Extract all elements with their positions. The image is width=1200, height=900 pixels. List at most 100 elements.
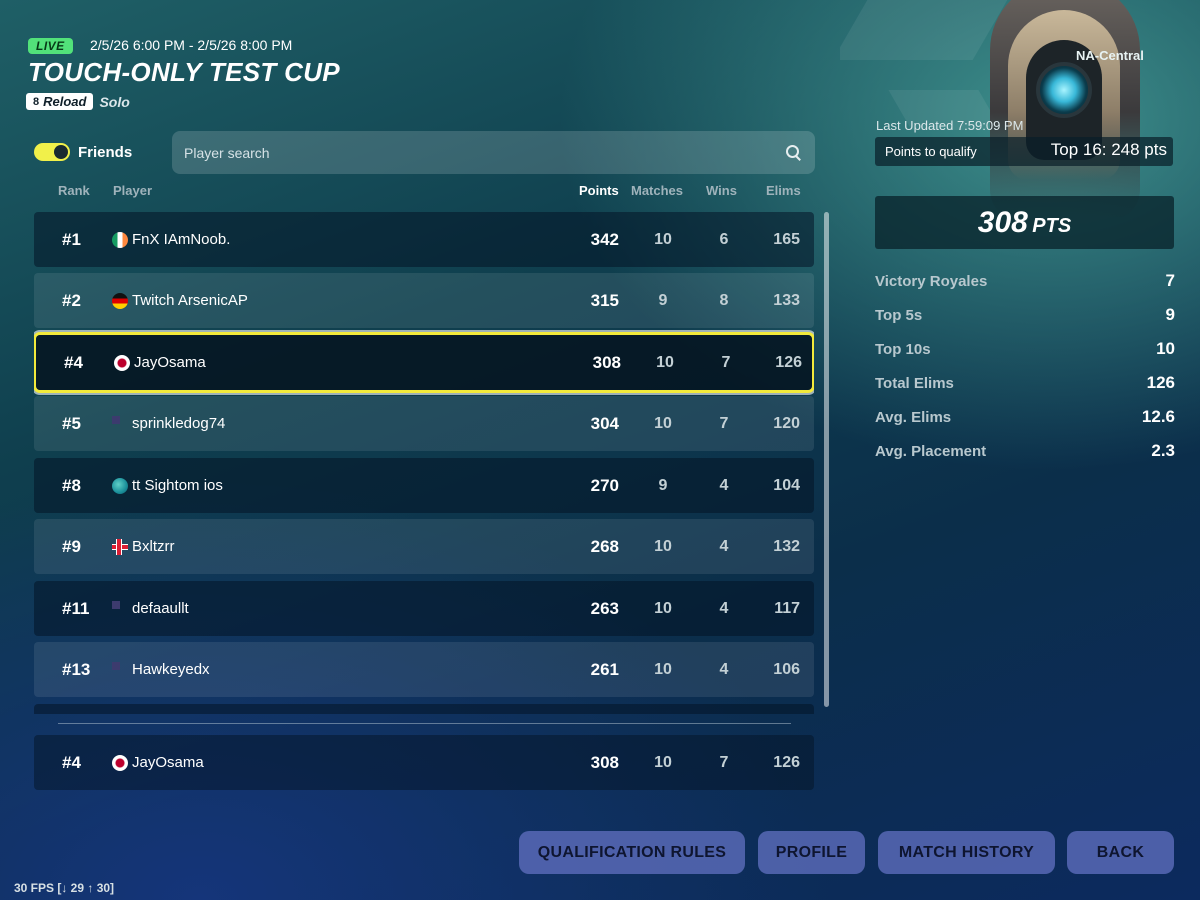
germany-flag-icon <box>112 293 128 309</box>
row-matches: 10 <box>654 415 672 432</box>
leaderboard-row[interactable]: #8 tt Sightom ios 270 9 4 104 <box>34 458 814 513</box>
leaderboard-row[interactable]: #5 sprinkledog74 304 10 7 120 <box>34 396 814 451</box>
leaderboard-list[interactable]: #1 FnX IAmNoob. 342 10 6 165 #2 Twitch A… <box>34 212 814 714</box>
stat-avg-placement: Avg. Placement 2.3 <box>875 440 1175 474</box>
row-wins: 7 <box>721 354 731 371</box>
character-eye-lens <box>1036 62 1092 118</box>
match-history-button[interactable]: MATCH HISTORY <box>878 831 1055 874</box>
friends-label: Friends <box>78 143 133 161</box>
row-player-name: sprinkledog74 <box>132 415 226 432</box>
row-matches: 9 <box>658 292 668 309</box>
row-matches: 10 <box>654 754 672 771</box>
event-date-range: 2/5/26 6:00 PM - 2/5/26 8:00 PM <box>90 37 293 53</box>
search-input[interactable] <box>184 144 785 161</box>
points-to-qualify-box: Points to qualify Top 16: 248 pts <box>875 137 1173 166</box>
stat-victory-royales: Victory Royales 7 <box>875 270 1175 304</box>
player-search-box[interactable] <box>172 131 815 174</box>
stat-value: 10 <box>1156 339 1175 358</box>
row-points: 308 <box>592 353 621 372</box>
column-header-rank: Rank <box>58 183 90 198</box>
row-points: 270 <box>590 476 619 495</box>
leaderboard-row[interactable]: #1 FnX IAmNoob. 342 10 6 165 <box>34 212 814 267</box>
search-icon[interactable] <box>785 144 803 162</box>
row-elims: 117 <box>774 600 800 617</box>
row-rank: #5 <box>62 414 81 433</box>
total-points-box: 308 PTS <box>875 196 1174 249</box>
leaderboard-scrollbar[interactable] <box>824 212 829 707</box>
region-label: NA-Central <box>1076 48 1144 63</box>
ireland-flag-icon <box>112 232 128 248</box>
japan-flag-icon <box>112 755 128 771</box>
row-points: 268 <box>590 537 619 556</box>
row-rank: #13 <box>62 660 91 679</box>
row-matches: 10 <box>654 538 672 555</box>
row-rank: #4 <box>62 753 81 772</box>
row-wins: 4 <box>719 477 729 494</box>
live-badge: LIVE <box>28 38 73 54</box>
page-title: TOUCH-ONLY TEST CUP <box>28 57 340 87</box>
row-matches: 10 <box>654 661 672 678</box>
leaderboard-row-current-player[interactable]: #4 JayOsama 308 10 7 126 <box>36 335 812 390</box>
row-wins: 7 <box>719 415 729 432</box>
row-player-name: Bxltzrr <box>132 538 175 555</box>
column-header-wins: Wins <box>706 183 737 198</box>
row-rank: #1 <box>62 230 81 249</box>
stat-label: Avg. Elims <box>875 409 952 426</box>
friends-toggle[interactable]: Friends <box>34 143 132 161</box>
row-player-name: FnX IAmNoob. <box>132 231 231 248</box>
stat-label: Total Elims <box>875 375 954 392</box>
column-header-matches: Matches <box>631 183 684 198</box>
row-player-name: JayOsama <box>132 754 204 771</box>
globe-icon <box>112 478 128 494</box>
row-elims: 104 <box>773 477 800 494</box>
row-matches: 10 <box>656 354 674 371</box>
qualification-rules-button[interactable]: QUALIFICATION RULES <box>519 831 745 874</box>
total-points-value: 308 <box>977 206 1028 239</box>
row-points: 304 <box>590 414 619 433</box>
row-elims: 133 <box>773 292 800 309</box>
reload-badge-label: Reload <box>43 94 87 109</box>
leaderboard-row[interactable]: #11 defaaullt 263 10 4 117 <box>34 581 814 636</box>
fps-counter: 30 FPS [↓ 29 ↑ 30] <box>14 881 115 895</box>
divider <box>58 723 791 724</box>
leaderboard-row[interactable]: #2 Twitch ArsenicAP 315 9 8 133 <box>34 273 814 328</box>
stat-label: Top 5s <box>875 307 923 324</box>
reload-badge: 8 Reload <box>26 93 94 110</box>
row-points: 315 <box>590 291 619 310</box>
mode-label: Solo <box>99 93 130 110</box>
profile-button[interactable]: PROFILE <box>758 831 865 874</box>
toggle-switch[interactable] <box>34 143 70 161</box>
mode-row: 8 Reload Solo <box>26 93 130 110</box>
row-rank: #4 <box>64 353 83 372</box>
background-shard <box>840 0 1008 60</box>
row-points: 261 <box>590 660 619 679</box>
row-player-name: Hawkeyedx <box>132 661 210 678</box>
current-player-pinned-row[interactable]: #4 JayOsama 308 10 7 126 <box>34 735 814 790</box>
stat-label: Top 10s <box>875 341 931 358</box>
reload-icon: 8 <box>33 95 40 108</box>
row-wins: 7 <box>719 754 729 771</box>
stat-top-5s: Top 5s 9 <box>875 304 1175 338</box>
stat-value: 7 <box>1165 271 1175 290</box>
row-elims: 106 <box>773 661 800 678</box>
row-wins: 6 <box>719 231 729 248</box>
japan-flag-icon <box>114 355 130 371</box>
row-player-name: JayOsama <box>134 354 206 371</box>
leaderboard-row[interactable]: #13 Hawkeyedx 261 10 4 106 <box>34 642 814 697</box>
leaderboard-row-partial[interactable] <box>34 704 814 714</box>
row-elims: 120 <box>773 415 800 432</box>
stat-avg-elims: Avg. Elims 12.6 <box>875 406 1175 440</box>
column-header-player: Player <box>113 183 153 198</box>
stat-label: Victory Royales <box>875 273 988 290</box>
leaderboard-row[interactable]: #9 Bxltzrr 268 10 4 132 <box>34 519 814 574</box>
row-rank: #11 <box>62 599 90 618</box>
leaderboard-header: Rank Player Points Matches Wins Elims <box>34 183 814 199</box>
toggle-knob <box>54 145 68 159</box>
stat-value: 126 <box>1146 373 1175 392</box>
row-points: 342 <box>590 230 619 249</box>
qualify-value: Top 16: 248 pts <box>1050 140 1167 159</box>
row-matches: 9 <box>658 477 668 494</box>
row-rank: #9 <box>62 537 81 556</box>
back-button[interactable]: BACK <box>1067 831 1174 874</box>
row-rank: #8 <box>62 476 81 495</box>
